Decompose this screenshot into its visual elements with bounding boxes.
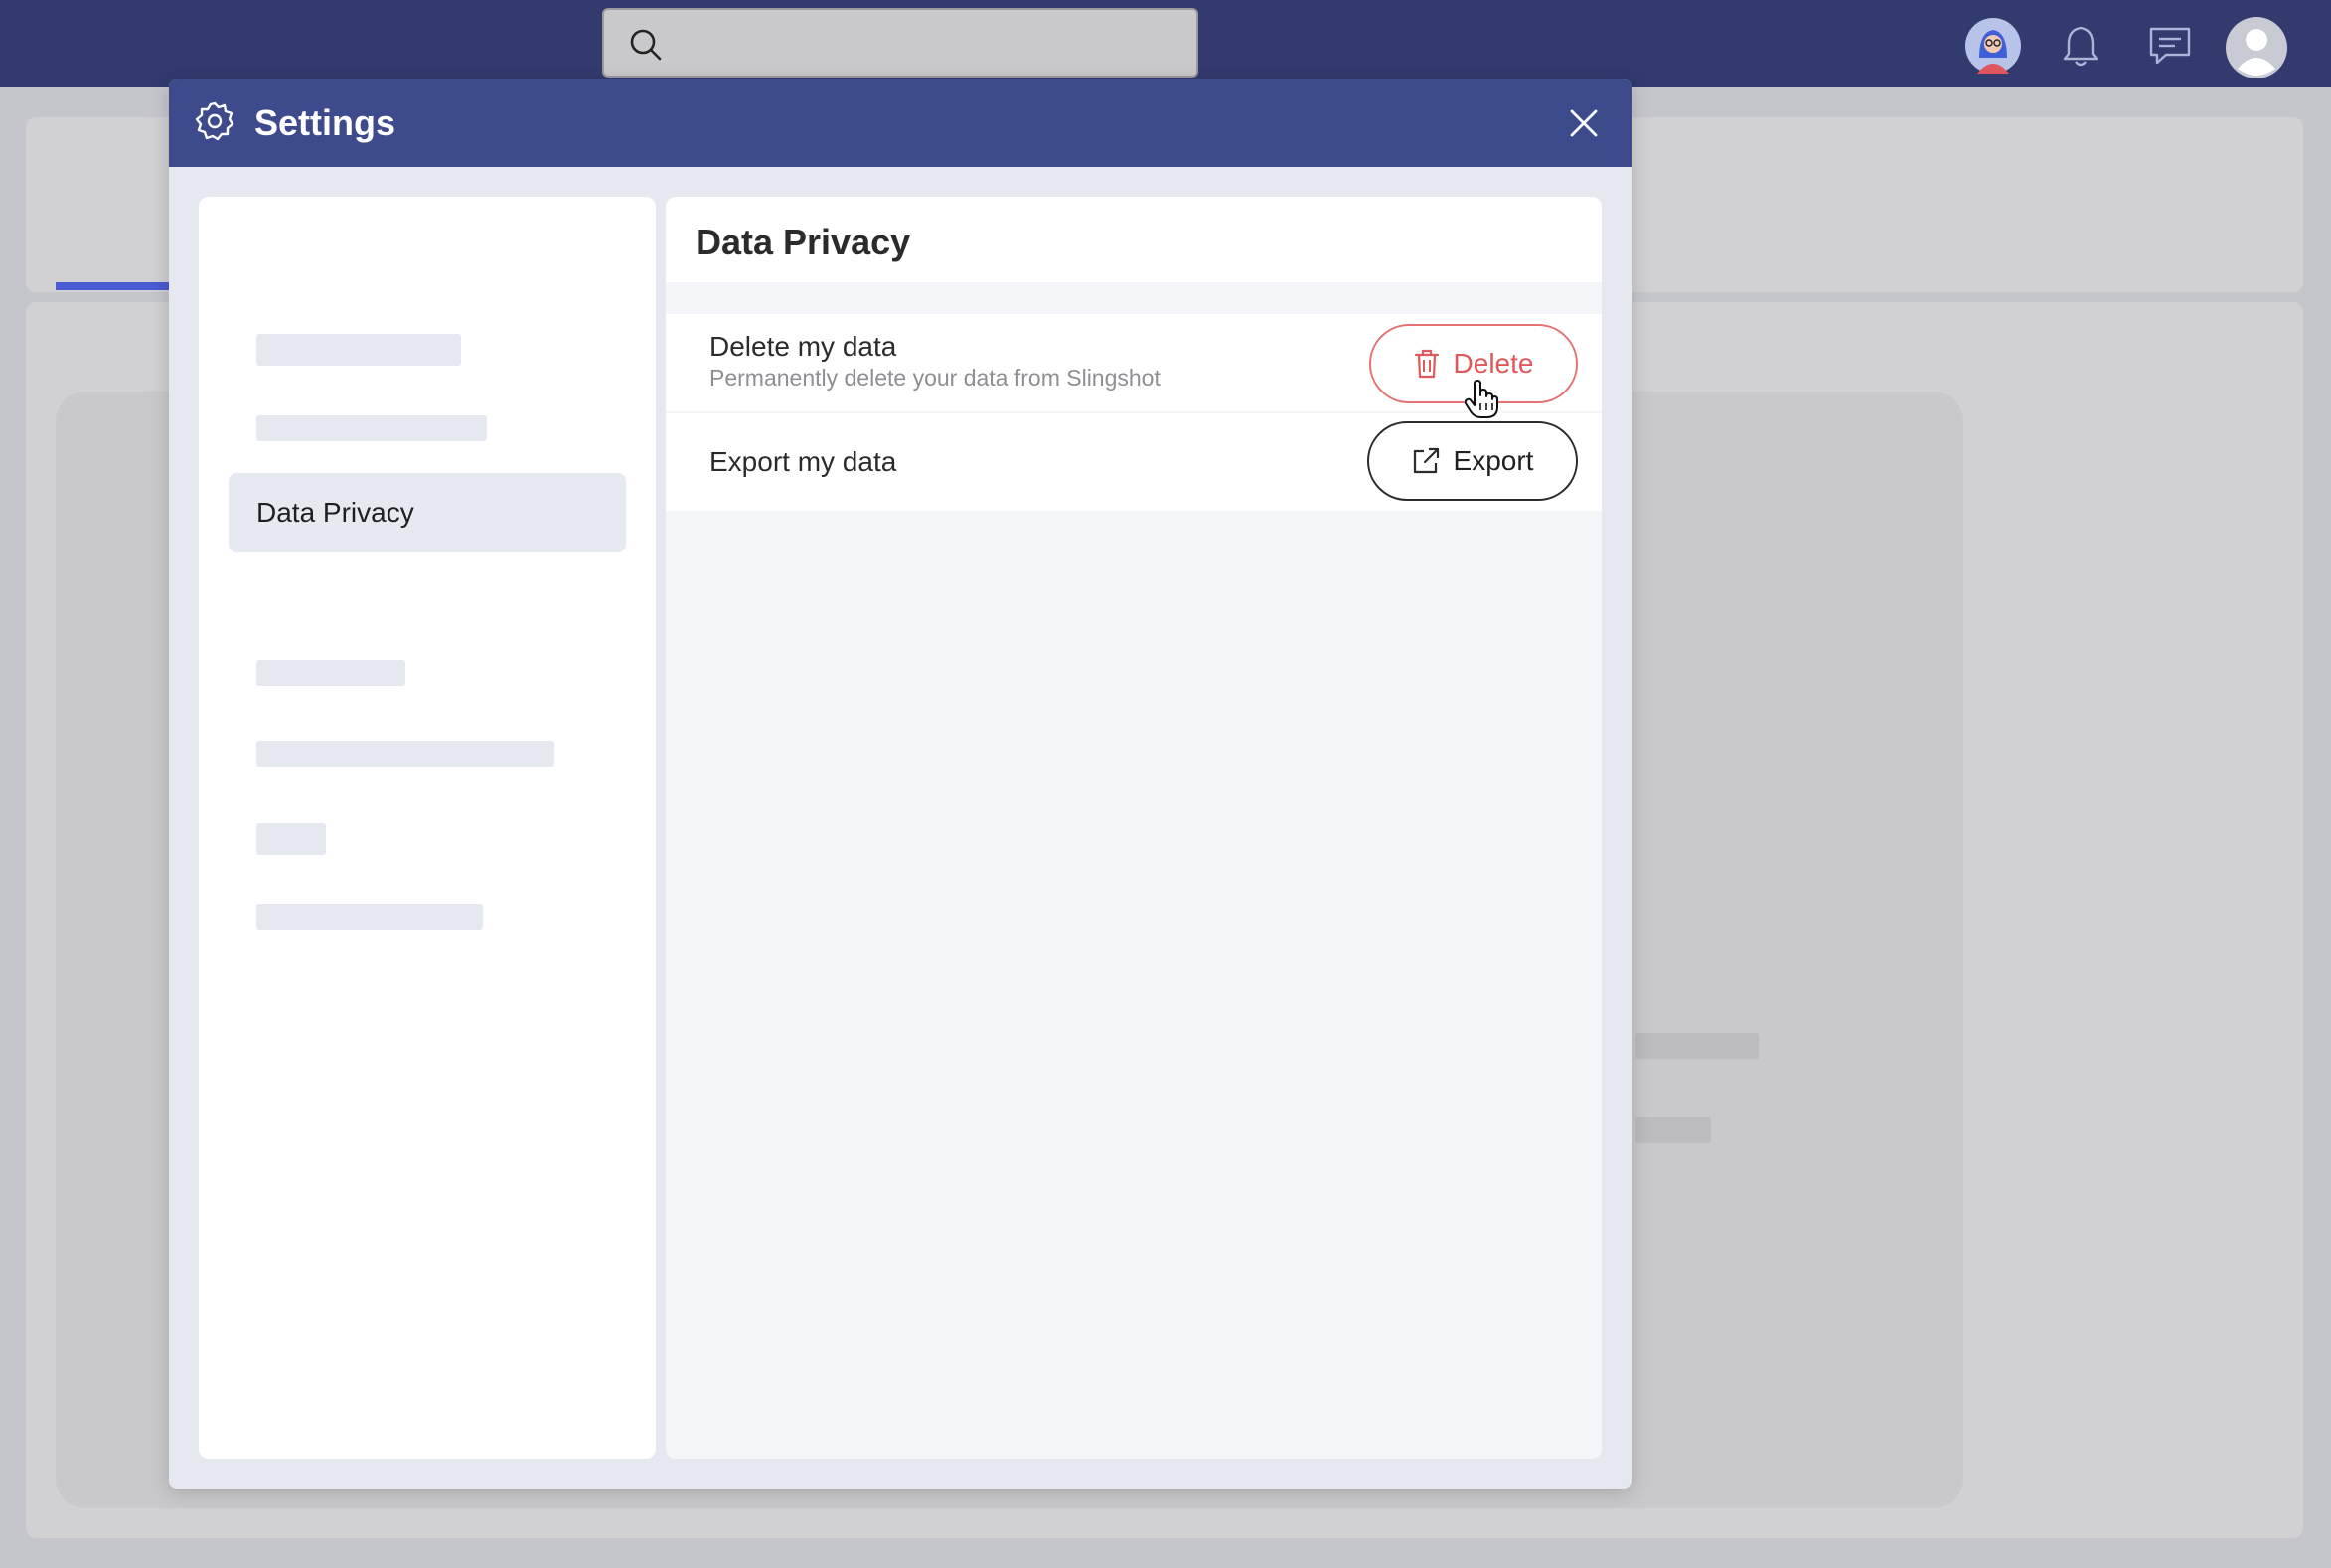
row-title: Export my data [709,446,897,477]
page-title: Data Privacy [696,222,911,262]
nav-item-placeholder[interactable] [256,904,483,930]
export-data-row: Export my data Export [666,413,1602,511]
nav-item-placeholder[interactable] [256,415,487,441]
background-placeholder [1635,1117,1711,1143]
nav-item-placeholder[interactable] [256,741,554,767]
row-subtitle: Permanently delete your data from Slings… [709,365,1161,391]
row-title: Delete my data [709,331,897,362]
bell-icon[interactable] [2053,18,2108,74]
nav-item-label: Data Privacy [256,497,414,528]
nav-item-placeholder[interactable] [256,334,461,366]
content-header: Data Privacy [666,197,1602,282]
nav-item-data-privacy[interactable]: Data Privacy [229,473,626,552]
export-button-label: Export [1453,445,1534,476]
external-link-icon [1413,447,1439,474]
search-icon [630,29,662,61]
trash-icon [1414,349,1439,379]
delete-data-row: Delete my data Permanently delete your d… [666,314,1602,411]
close-icon[interactable] [1564,103,1604,143]
settings-nav: Data Privacy [199,197,656,1459]
export-button[interactable]: Export [1367,421,1578,501]
settings-dialog: Settings Data Privacy Data Privacy Delet… [169,79,1632,1489]
background-placeholder [1635,1033,1759,1059]
background-tab-indicator [56,282,175,290]
profile-icon[interactable] [2226,17,2287,78]
gear-icon [195,101,234,141]
chat-icon[interactable] [2142,18,2198,74]
search-input[interactable] [602,8,1198,78]
settings-content: Data Privacy Delete my data Permanently … [666,197,1602,1459]
hand-cursor-icon [1465,380,1498,418]
dialog-title: Settings [254,102,396,143]
nav-item-placeholder[interactable] [256,823,326,855]
delete-button-label: Delete [1453,348,1534,379]
nav-item-placeholder[interactable] [256,660,405,686]
user-avatar[interactable] [1965,18,2021,74]
